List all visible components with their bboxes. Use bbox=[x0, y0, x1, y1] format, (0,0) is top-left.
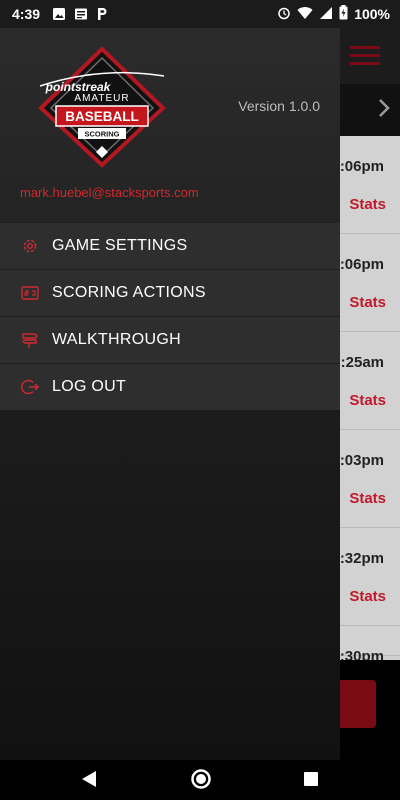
menu-item-label: LOG OUT bbox=[52, 378, 127, 395]
stats-link[interactable]: Stats bbox=[349, 588, 386, 605]
user-email: mark.huebel@stacksports.com bbox=[20, 185, 199, 200]
logo-text-line3: SCORING bbox=[84, 130, 119, 139]
wifi-icon bbox=[297, 6, 313, 23]
stats-link[interactable]: Stats bbox=[349, 196, 386, 213]
status-bar: 4:39 100% bbox=[0, 0, 400, 28]
parking-p-icon bbox=[96, 7, 108, 21]
drawer-menu: GAME SETTINGS SCORING ACTIONS WALKTHROUG… bbox=[0, 223, 340, 411]
back-icon[interactable] bbox=[80, 769, 98, 794]
signpost-icon bbox=[20, 330, 40, 350]
menu-item-label: WALKTHROUGH bbox=[52, 331, 181, 348]
battery-level: 100% bbox=[354, 6, 390, 22]
battery-charging-icon bbox=[339, 5, 348, 23]
logo-text-line2: BASEBALL bbox=[65, 109, 139, 124]
hamburger-menu-icon[interactable] bbox=[350, 44, 380, 71]
menu-item-scoring-actions[interactable]: SCORING ACTIONS bbox=[0, 270, 340, 316]
home-icon[interactable] bbox=[190, 768, 212, 795]
menu-item-label: GAME SETTINGS bbox=[52, 237, 188, 254]
gear-icon bbox=[20, 236, 40, 256]
signal-icon bbox=[319, 6, 333, 23]
app-version: Version 1.0.0 bbox=[238, 98, 320, 114]
game-time: :06pm bbox=[339, 158, 384, 175]
logo-brand-text: pointstreak bbox=[45, 80, 112, 94]
system-navigation-bar bbox=[0, 760, 400, 800]
game-time: :32pm bbox=[339, 550, 384, 567]
scoreboard-icon bbox=[20, 283, 40, 303]
game-time: :06pm bbox=[339, 256, 384, 273]
image-icon bbox=[52, 7, 66, 21]
logout-icon bbox=[20, 377, 40, 397]
alarm-icon bbox=[277, 6, 291, 23]
stats-link[interactable]: Stats bbox=[349, 392, 386, 409]
menu-item-game-settings[interactable]: GAME SETTINGS bbox=[0, 223, 340, 269]
pointstreak-baseball-logo: BASEBALL AMATEUR SCORING pointstreak bbox=[38, 46, 166, 168]
menu-item-log-out[interactable]: LOG OUT bbox=[0, 364, 340, 410]
drawer-header: BASEBALL AMATEUR SCORING pointstreak Ver… bbox=[0, 28, 340, 213]
menu-item-walkthrough[interactable]: WALKTHROUGH bbox=[0, 317, 340, 363]
news-icon bbox=[74, 7, 88, 21]
stats-link[interactable]: Stats bbox=[349, 294, 386, 311]
chevron-right-icon[interactable] bbox=[378, 98, 390, 123]
stats-link[interactable]: Stats bbox=[349, 490, 386, 507]
game-time: :03pm bbox=[339, 452, 384, 469]
status-time: 4:39 bbox=[12, 6, 41, 22]
menu-item-label: SCORING ACTIONS bbox=[52, 284, 206, 301]
navigation-drawer: BASEBALL AMATEUR SCORING pointstreak Ver… bbox=[0, 28, 340, 760]
recent-apps-icon[interactable] bbox=[303, 771, 319, 792]
logo-text-line1: AMATEUR bbox=[74, 93, 129, 104]
game-time: 9:25am bbox=[332, 354, 384, 371]
